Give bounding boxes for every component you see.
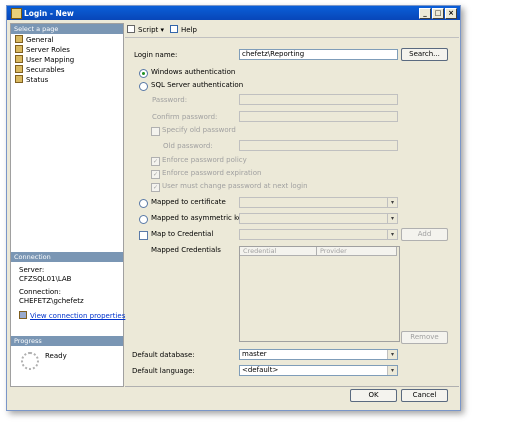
window-title: Login - New	[24, 9, 74, 18]
enforce-policy-label: Enforce password policy	[162, 156, 247, 164]
grid-column-provider[interactable]: Provider	[317, 247, 397, 256]
connection-label: Connection:	[19, 288, 61, 296]
server-label: Server:	[19, 266, 45, 274]
mapped-certificate-label: Mapped to certificate	[151, 198, 226, 206]
default-language-select[interactable]: <default> ▾	[239, 365, 398, 376]
page-icon	[15, 45, 23, 53]
nav-item-server-roles[interactable]: Server Roles	[15, 45, 70, 55]
must-change-checkbox[interactable]: ✓	[151, 183, 160, 192]
close-button[interactable]: ×	[445, 8, 457, 19]
specify-old-password-label: Specify old password	[162, 126, 236, 134]
nav-item-user-mapping[interactable]: User Mapping	[15, 55, 74, 65]
connection-value: CHEFETZ\gchefetz	[19, 297, 84, 305]
grid-column-credential[interactable]: Credential	[240, 247, 317, 256]
certificate-select[interactable]: ▾	[239, 197, 398, 208]
mapped-asym-key-radio[interactable]	[139, 215, 148, 224]
script-button[interactable]: Script ▾	[127, 25, 164, 34]
minimize-button[interactable]: _	[419, 8, 431, 19]
windows-auth-label: Windows authentication	[151, 68, 236, 76]
old-password-input[interactable]	[239, 140, 398, 151]
remove-credential-button[interactable]: Remove	[401, 331, 448, 344]
search-button[interactable]: Search...	[401, 48, 448, 61]
chevron-down-icon: ▾	[387, 214, 397, 223]
enforce-expiration-label: Enforce password expiration	[162, 169, 262, 177]
ok-button[interactable]: OK	[350, 389, 397, 402]
enforce-expiration-checkbox[interactable]: ✓	[151, 170, 160, 179]
chevron-down-icon: ▾	[387, 366, 397, 375]
help-button[interactable]: Help	[170, 25, 197, 34]
asym-key-select[interactable]: ▾	[239, 213, 398, 224]
old-password-label: Old password:	[163, 142, 213, 150]
connection-icon	[19, 311, 27, 319]
chevron-down-icon: ▾	[387, 350, 397, 359]
page-icon	[15, 75, 23, 83]
login-name-input[interactable]: chefetz\Reporting	[239, 49, 398, 60]
map-credential-label: Map to Credential	[151, 230, 214, 238]
title-bar[interactable]: Login - New _ □ ×	[7, 6, 460, 20]
progress-status: Ready	[45, 352, 67, 360]
specify-old-password-checkbox[interactable]	[151, 127, 160, 136]
server-value: CFZSQL01\LAB	[19, 275, 72, 283]
confirm-password-label: Confirm password:	[152, 113, 218, 121]
nav-item-status[interactable]: Status	[15, 75, 48, 85]
chevron-down-icon: ▾	[387, 198, 397, 207]
default-database-select[interactable]: master ▾	[239, 349, 398, 360]
connection-header: Connection	[11, 252, 123, 262]
mapped-credentials-label: Mapped Credentials	[151, 246, 221, 254]
chevron-down-icon: ▾	[387, 230, 397, 239]
progress-spinner-icon	[21, 352, 39, 370]
cancel-button[interactable]: Cancel	[401, 389, 448, 402]
sql-auth-label: SQL Server authentication	[151, 81, 244, 89]
default-language-label: Default language:	[132, 367, 195, 375]
must-change-label: User must change password at next login	[162, 182, 308, 190]
login-icon	[11, 8, 22, 19]
page-icon	[15, 55, 23, 63]
map-credential-checkbox[interactable]	[139, 231, 148, 240]
page-icon	[15, 35, 23, 43]
script-icon	[127, 25, 135, 33]
select-page-header: Select a page	[11, 24, 123, 34]
view-connection-link[interactable]: View connection properties	[19, 311, 125, 320]
enforce-policy-checkbox[interactable]: ✓	[151, 157, 160, 166]
toolbar-divider	[125, 37, 459, 38]
mapped-credentials-grid[interactable]: Credential Provider	[239, 246, 400, 342]
password-input[interactable]	[239, 94, 398, 105]
add-credential-button[interactable]: Add	[401, 228, 448, 241]
default-database-label: Default database:	[132, 351, 195, 359]
sql-auth-radio[interactable]	[139, 82, 148, 91]
login-new-dialog: Login - New _ □ × Select a page General …	[6, 5, 461, 411]
mapped-certificate-radio[interactable]	[139, 199, 148, 208]
progress-header: Progress	[11, 336, 123, 346]
left-pane: Select a page General Server Roles User …	[10, 23, 125, 387]
footer-divider	[125, 386, 459, 387]
page-icon	[15, 65, 23, 73]
maximize-button[interactable]: □	[432, 8, 444, 19]
mapped-asym-key-label: Mapped to asymmetric key	[151, 214, 247, 222]
credential-select[interactable]: ▾	[239, 229, 398, 240]
help-icon	[170, 25, 178, 33]
nav-item-securables[interactable]: Securables	[15, 65, 65, 75]
password-label: Password:	[152, 96, 188, 104]
nav-item-general[interactable]: General	[15, 35, 54, 45]
windows-auth-radio[interactable]	[139, 69, 148, 78]
confirm-password-input[interactable]	[239, 111, 398, 122]
login-name-label: Login name:	[134, 51, 178, 59]
